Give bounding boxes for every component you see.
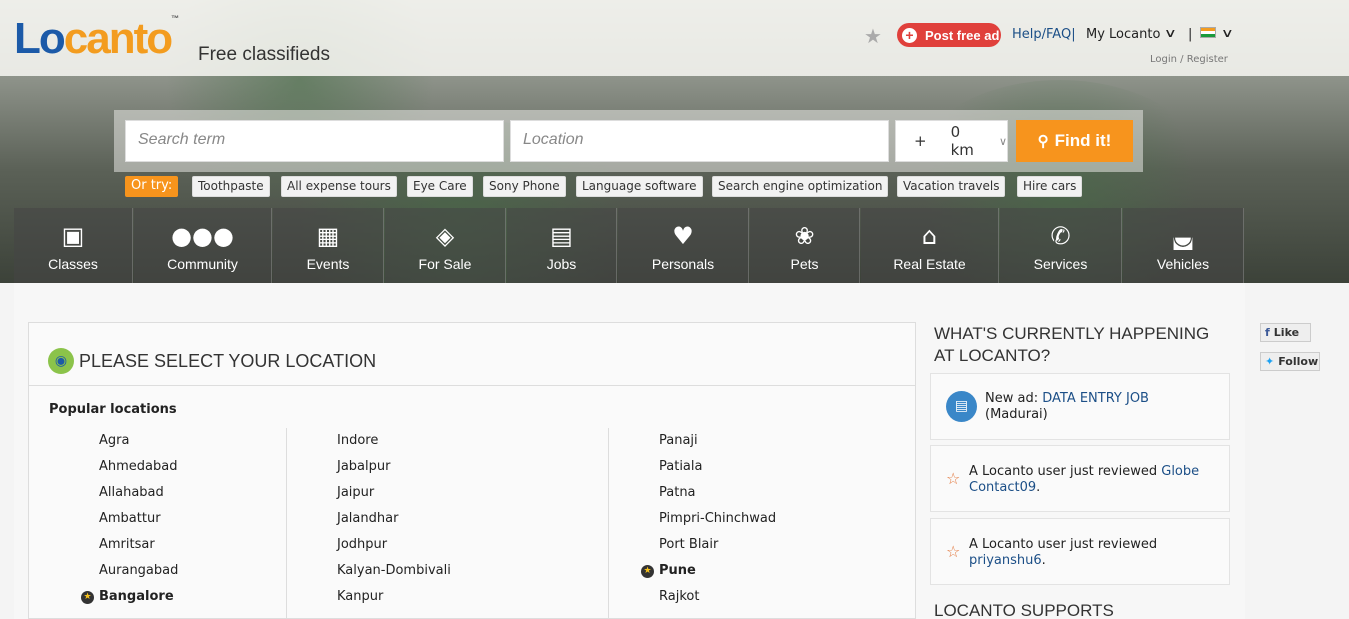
city-link[interactable]: Agra: [99, 433, 129, 448]
category-jobs[interactable]: ▤ Jobs: [507, 208, 617, 283]
category-events[interactable]: ▦ Events: [273, 208, 384, 283]
twitter-follow-button[interactable]: ✦ Follow: [1260, 352, 1320, 371]
supports-title: LOCANTO SUPPORTS: [934, 601, 1114, 619]
locanto-logo[interactable]: Locanto™: [14, 14, 179, 64]
suggestion-tag[interactable]: Sony Phone: [483, 176, 566, 197]
category-pets[interactable]: ❀ Pets: [750, 208, 860, 283]
city-link[interactable]: Port Blair: [659, 537, 718, 552]
column-divider: [286, 428, 287, 619]
city-link[interactable]: Amritsar: [99, 537, 155, 552]
city-link[interactable]: Rajkot: [659, 589, 699, 604]
suggestion-tag[interactable]: All expense tours: [281, 176, 397, 197]
divider: [29, 385, 915, 386]
activity-feed-item: ☆ A Locanto user just reviewed priyanshu…: [930, 518, 1230, 585]
radius-plus: +: [914, 132, 927, 150]
tagline: Free classifieds: [198, 44, 330, 65]
phone-icon: ✆: [1050, 222, 1071, 250]
my-locanto-menu[interactable]: My Locanto: [1086, 27, 1160, 42]
find-it-button[interactable]: ⚲ Find it!: [1016, 120, 1133, 162]
city-link[interactable]: Ambattur: [99, 511, 161, 526]
city-link[interactable]: Allahabad: [99, 485, 164, 500]
or-try-label: Or try:: [125, 176, 179, 197]
plus-circle-icon: +: [902, 27, 917, 43]
house-icon: ⌂: [921, 222, 938, 250]
city-link[interactable]: Kanpur: [337, 589, 383, 604]
separator: |: [1188, 27, 1193, 42]
heart-icon: ♥: [672, 222, 694, 250]
radius-select[interactable]: + 0 km ∨: [895, 120, 1008, 162]
location-title: PLEASE SELECT YOUR LOCATION: [79, 351, 377, 371]
calendar-icon: ▦: [316, 222, 340, 250]
chevron-down-icon[interactable]: ∨: [1164, 26, 1177, 40]
twitter-icon: ✦: [1265, 355, 1275, 368]
city-link[interactable]: Bangalore: [99, 589, 174, 604]
city-link[interactable]: Jaipur: [337, 485, 374, 500]
suggestion-tag[interactable]: Eye Care: [407, 176, 473, 197]
star-outline-icon: ☆: [946, 542, 961, 561]
city-link[interactable]: Kalyan-Dombivali: [337, 563, 451, 578]
city-link[interactable]: Jalandhar: [337, 511, 398, 526]
city-link[interactable]: Jodhpur: [337, 537, 387, 552]
city-link[interactable]: Panaji: [659, 433, 698, 448]
city-link[interactable]: Ahmedabad: [99, 459, 177, 474]
column-divider: [608, 428, 609, 619]
star-icon: ★: [81, 591, 94, 604]
chevron-down-icon: ∨: [998, 134, 1007, 148]
happening-title: AT LOCANTO?: [934, 346, 1051, 365]
star-icon: ★: [641, 565, 654, 578]
city-link[interactable]: Pune: [659, 563, 696, 578]
post-free-ad-button[interactable]: + Post free ad: [897, 23, 1001, 47]
happening-title: WHAT'S CURRENTLY HAPPENING: [934, 324, 1210, 343]
briefcase-icon: ▤: [550, 222, 573, 250]
radius-value: 0 km: [950, 123, 974, 159]
city-link[interactable]: Aurangabad: [99, 563, 178, 578]
star-outline-icon: ☆: [946, 469, 961, 488]
city-link[interactable]: Pimpri-Chinchwad: [659, 511, 776, 526]
category-personals[interactable]: ♥ Personals: [618, 208, 749, 283]
city-link[interactable]: Jabalpur: [337, 459, 390, 474]
help-faq-link[interactable]: Help/FAQ|: [1012, 27, 1076, 42]
category-for-sale[interactable]: ◈ For Sale: [385, 208, 506, 283]
car-icon: ◛: [1171, 222, 1195, 250]
paw-icon: ❀: [794, 222, 815, 250]
chevron-down-icon[interactable]: ∨: [1221, 26, 1234, 40]
teacher-board-icon: ▣: [61, 222, 85, 250]
category-vehicles[interactable]: ◛ Vehicles: [1123, 208, 1244, 283]
city-link[interactable]: Patna: [659, 485, 696, 500]
ad-link[interactable]: DATA ENTRY JOB: [1042, 391, 1149, 406]
category-services[interactable]: ✆ Services: [1000, 208, 1122, 283]
suggestion-tag[interactable]: Vacation travels: [897, 176, 1006, 197]
activity-feed-item: ▤ New ad: DATA ENTRY JOB (Madurai): [930, 373, 1230, 440]
location-input[interactable]: Location: [510, 120, 889, 162]
popular-locations-heading: Popular locations: [49, 402, 177, 417]
city-link[interactable]: Patiala: [659, 459, 702, 474]
category-community[interactable]: ●●● Community: [134, 208, 272, 283]
briefcase-icon: ▤: [946, 391, 977, 422]
suggestion-tag[interactable]: Language software: [576, 176, 703, 197]
category-classes[interactable]: ▣ Classes: [14, 208, 133, 283]
price-tag-icon: ◈: [435, 222, 455, 250]
facebook-like-button[interactable]: f Like: [1260, 323, 1311, 342]
favorites-star-icon[interactable]: ★: [864, 24, 882, 48]
city-link[interactable]: Indore: [337, 433, 378, 448]
location-pin-icon: ◉: [48, 348, 74, 374]
login-register-link[interactable]: Login / Register: [1150, 54, 1228, 65]
activity-feed-item: ☆ A Locanto user just reviewed Globe Con…: [930, 445, 1230, 512]
suggestion-tag[interactable]: Hire cars: [1017, 176, 1083, 197]
india-flag-icon[interactable]: [1200, 27, 1216, 38]
suggestion-tag[interactable]: Toothpaste: [192, 176, 270, 197]
search-term-input[interactable]: Search term: [125, 120, 504, 162]
user-link[interactable]: priyanshu6: [969, 553, 1042, 568]
facebook-icon: f: [1265, 326, 1270, 339]
category-real-estate[interactable]: ⌂ Real Estate: [861, 208, 999, 283]
people-icon: ●●●: [171, 222, 234, 250]
suggestion-tag[interactable]: Search engine optimization: [712, 176, 889, 197]
search-icon: ⚲: [1037, 133, 1049, 150]
